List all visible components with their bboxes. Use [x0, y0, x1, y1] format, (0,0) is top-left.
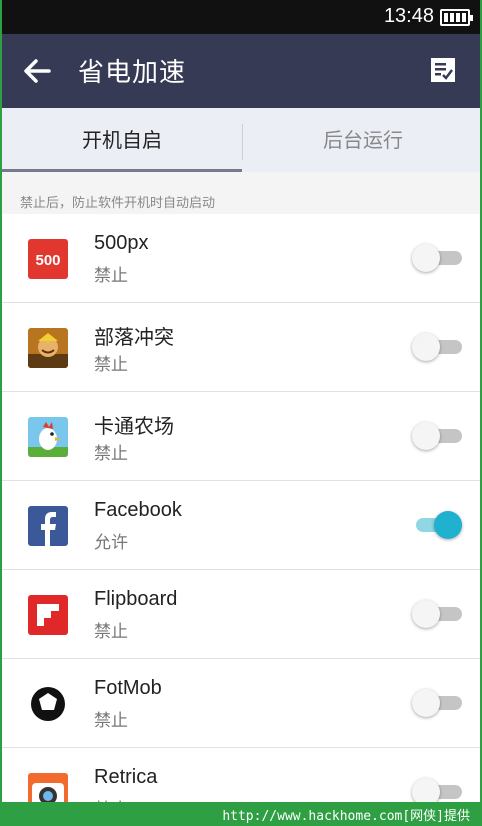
500px-icon: 500 [28, 239, 68, 279]
app-bar: 省电加速 [2, 34, 480, 108]
app-status: 禁止 [94, 266, 128, 286]
autostart-toggle[interactable] [412, 244, 462, 272]
clash-of-clans-icon [28, 328, 68, 368]
app-name: Retrica [94, 766, 158, 788]
app-status: 禁止 [94, 622, 128, 642]
list-item[interactable]: Flipboard 禁止 [2, 570, 480, 659]
app-list: 500 500px 禁止 部落冲突 禁止 卡通农场 禁止 Facebook 允许… [2, 214, 480, 826]
status-bar: 13:48 [2, 0, 480, 34]
autostart-toggle[interactable] [412, 333, 462, 361]
app-name: 部落冲突 [94, 327, 174, 349]
flipboard-icon [28, 595, 68, 635]
list-item[interactable]: 500 500px 禁止 [2, 214, 480, 303]
app-name: 500px [94, 232, 149, 254]
page-title: 省电加速 [78, 58, 187, 88]
fotmob-icon [28, 684, 68, 724]
phone-screen: 13:48 省电加速 开机自启 后台运行 禁止后，防止软件开机时自动启动 500… [0, 0, 482, 826]
tab-background-run[interactable]: 后台运行 [243, 108, 480, 172]
app-status: 禁止 [94, 355, 128, 375]
checklist-icon[interactable] [430, 57, 456, 83]
app-status: 禁止 [94, 711, 128, 731]
watermark-footer: http://www.hackhome.com[网侠]提供 [2, 802, 480, 826]
autostart-toggle[interactable] [412, 600, 462, 628]
autostart-toggle[interactable] [412, 511, 462, 539]
list-item[interactable]: 卡通农场 禁止 [2, 392, 480, 481]
hint-text: 禁止后，防止软件开机时自动启动 [2, 172, 480, 214]
tab-boot-autostart[interactable]: 开机自启 [2, 108, 242, 172]
autostart-toggle[interactable] [412, 689, 462, 717]
watermark-text: http://www.hackhome.com[网侠]提供 [222, 809, 470, 824]
hay-day-icon [28, 417, 68, 457]
app-name: FotMob [94, 677, 162, 699]
autostart-toggle[interactable] [412, 422, 462, 450]
list-item[interactable]: FotMob 禁止 [2, 659, 480, 748]
facebook-icon [28, 506, 68, 546]
app-name: 卡通农场 [94, 416, 174, 438]
svg-text:500: 500 [35, 252, 60, 269]
app-status: 禁止 [94, 444, 128, 464]
app-name: Facebook [94, 499, 182, 521]
status-time: 13:48 [383, 5, 434, 27]
app-status: 允许 [94, 533, 128, 553]
list-item[interactable]: 部落冲突 禁止 [2, 303, 480, 392]
battery-icon [440, 9, 473, 26]
tab-bar: 开机自启 后台运行 [2, 108, 480, 172]
back-arrow-icon[interactable] [22, 56, 52, 86]
list-item[interactable]: Facebook 允许 [2, 481, 480, 570]
app-name: Flipboard [94, 588, 178, 610]
